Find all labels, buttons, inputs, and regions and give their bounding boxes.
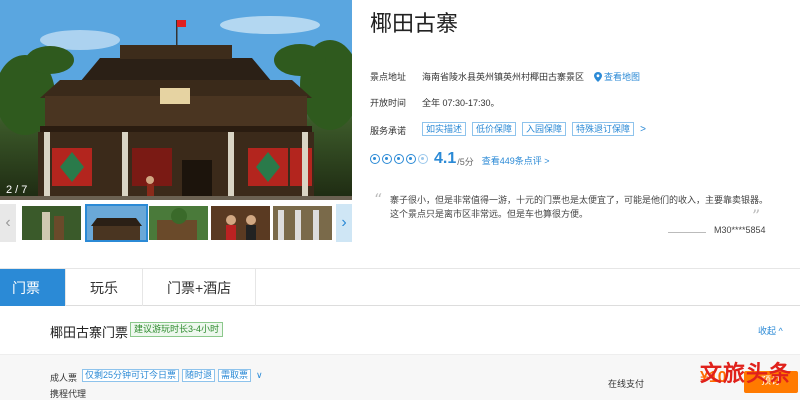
hero-photo[interactable]: 2 / 7 xyxy=(0,0,352,200)
ticket-agent: 携程代理 xyxy=(50,389,87,399)
hours-text: 全年 07:30-17:30。 xyxy=(422,98,500,108)
product-tabs: 门票 玩乐 门票+酒店 xyxy=(0,268,800,307)
watermark-logo: 文旅头条 xyxy=(700,361,793,387)
review-count-link[interactable]: 查看449条点评 > xyxy=(482,154,550,167)
thumbnail[interactable] xyxy=(273,206,332,240)
promise-tag[interactable]: 特殊退订保障 xyxy=(572,122,635,136)
ticket-tag: 仅剩25分钟可订今日票 xyxy=(82,369,180,382)
ticket-tags: 仅剩25分钟可订今日票 随时退 需取票 ∨ xyxy=(82,369,263,382)
promise-tags: 如实描述 低价保障 入园保障 特殊退订保障 > xyxy=(422,122,646,136)
tab-ticket-hotel[interactable]: 门票+酒店 xyxy=(143,269,257,307)
ticket-tag: 随时退 xyxy=(182,369,216,382)
thumb-next-arrow[interactable]: › xyxy=(336,204,352,242)
thumbnail-strip: ‹ › xyxy=(0,204,352,242)
rating-score: 4.1 xyxy=(434,150,457,167)
ticket-section-header: 椰田古寨门票 建议游玩时长3-4小时 收起 ^ xyxy=(0,306,800,354)
ticket-title: 椰田古寨门票 xyxy=(50,325,129,340)
quote-open-icon: “ xyxy=(374,190,383,209)
village-building-image xyxy=(0,0,352,200)
collapse-button[interactable]: 收起 ^ xyxy=(758,324,783,337)
rating-circle-icon xyxy=(382,154,392,164)
promise-label: 服务承诺 xyxy=(370,126,407,136)
view-map-label: 查看地图 xyxy=(604,72,641,82)
tab-activities[interactable]: 玩乐 xyxy=(66,269,143,307)
promise-more-icon[interactable]: > xyxy=(640,124,646,135)
ticket-type: 成人票 xyxy=(50,373,78,383)
rating-circle-icon xyxy=(406,154,416,164)
promise-tag[interactable]: 入园保障 xyxy=(522,122,567,136)
photo-counter: 2 / 7 xyxy=(6,184,28,196)
quote-divider xyxy=(668,232,706,233)
address-row: 海南省陵水县英州镇英州村椰田古寨景区 查看地图 xyxy=(422,70,640,83)
thumbnail[interactable] xyxy=(211,206,270,240)
thumbnail-active[interactable] xyxy=(85,204,148,242)
rating-circle-half-icon xyxy=(418,154,428,164)
thumbnail[interactable] xyxy=(22,206,81,240)
map-pin-icon xyxy=(594,71,603,82)
rating-circle-icon xyxy=(370,154,380,164)
address-text: 海南省陵水县英州镇英州村椰田古寨景区 xyxy=(422,72,585,82)
thumb-prev-arrow[interactable]: ‹ xyxy=(0,204,16,242)
expand-chevron-icon[interactable]: ∨ xyxy=(256,370,263,381)
promise-tag[interactable]: 低价保障 xyxy=(472,122,517,136)
tab-tickets[interactable]: 门票 xyxy=(0,269,66,307)
view-map-link[interactable]: 查看地图 xyxy=(594,70,640,83)
rating-circle-icon xyxy=(394,154,404,164)
quote-close-icon: ” xyxy=(752,206,761,225)
ticket-row: 成人票 仅剩25分钟可订今日票 随时退 需取票 ∨ 携程代理 在线支付 ¥10 … xyxy=(0,354,800,400)
scenic-title: 椰田古寨 xyxy=(370,11,459,36)
review-user: M30****5854 xyxy=(714,225,766,235)
duration-badge: 建议游玩时长3-4小时 xyxy=(130,322,224,337)
rating-row: 4.1 /5分 查看449条点评 > xyxy=(370,150,550,168)
payment-method: 在线支付 xyxy=(608,379,645,389)
rating-max: /5分 xyxy=(457,156,474,167)
promise-tag[interactable]: 如实描述 xyxy=(422,122,467,136)
thumbnail[interactable] xyxy=(149,206,208,240)
review-text: 寨子很小，但是非常值得一游，十元的门票也是太便宜了，可能是他们的收入，主要靠卖银… xyxy=(390,195,769,219)
ticket-tag: 需取票 xyxy=(218,369,252,382)
hours-label: 开放时间 xyxy=(370,98,407,108)
address-label: 景点地址 xyxy=(370,72,407,82)
